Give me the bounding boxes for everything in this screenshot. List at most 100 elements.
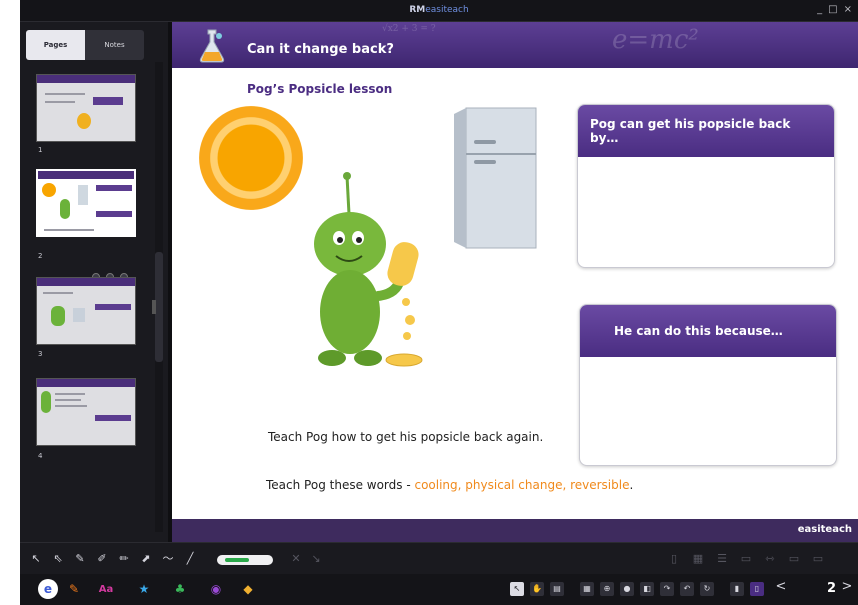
thumb-line xyxy=(45,93,85,95)
star-icon[interactable]: ★ xyxy=(134,579,154,599)
group-icon[interactable]: ▭ xyxy=(812,553,824,565)
main-taskbar: e ✎ Aa ★ ♣ ◉ ◆ ↖ ✋ ▤ ▦ ⊕ ● ◧ ↷ ↶ ↻ ▮ ▯ <… xyxy=(20,574,858,605)
title-bar: RMeasiteach _ □ × xyxy=(20,0,858,22)
panel-resize-handle[interactable] xyxy=(152,300,156,314)
thumb-header xyxy=(37,379,135,387)
undo-button[interactable]: ↶ xyxy=(680,582,694,596)
hand-button[interactable]: ✋ xyxy=(530,582,544,596)
line-tool-icon[interactable]: 〜 xyxy=(162,553,174,565)
header-equation: e=mc² xyxy=(612,25,699,55)
wand-icon[interactable]: ╱ xyxy=(184,553,196,565)
page-sorter-panel: Pages Notes 1 2 3 4 xyxy=(20,22,168,542)
redo-icon[interactable]: ↘ xyxy=(310,553,322,565)
copy-icon[interactable]: ▭ xyxy=(788,553,800,565)
camera-button[interactable]: ▤ xyxy=(550,582,564,596)
lesson-subtitle: Pog’s Popsicle lesson xyxy=(247,82,393,96)
answer-card-2[interactable]: He can do this because… xyxy=(579,304,837,466)
pog-character-image[interactable] xyxy=(292,172,432,372)
answer-card-1[interactable]: Pog can get his popsicle back by… xyxy=(577,104,835,268)
grid-button[interactable]: ▦ xyxy=(580,582,594,596)
page-number-4: 4 xyxy=(38,452,43,460)
thumb-line xyxy=(55,399,81,401)
pen-colour-indicator[interactable] xyxy=(217,555,273,565)
doc-icon[interactable]: ▯ xyxy=(668,553,680,565)
vocabulary-end: . xyxy=(629,478,634,492)
vocabulary-words: cooling, physical change, reversible xyxy=(414,478,630,492)
thumb-header xyxy=(38,171,134,179)
panel-tabs: Pages Notes xyxy=(26,30,144,60)
footer-brand: easiteach xyxy=(797,524,852,535)
thumb-pog xyxy=(41,391,51,413)
resource-icon[interactable]: ◆ xyxy=(238,579,258,599)
text-tool-icon[interactable]: Aa xyxy=(96,579,116,599)
zoom-button[interactable]: ⊕ xyxy=(600,582,614,596)
sun-image[interactable] xyxy=(199,106,303,210)
delete-button[interactable]: ▮ xyxy=(730,582,744,596)
thumb-header xyxy=(37,75,135,83)
fridge-image[interactable] xyxy=(452,106,540,252)
vocabulary-intro: Teach Pog these words - xyxy=(266,478,415,492)
select-tool-icon[interactable]: ↖ xyxy=(30,553,42,565)
tab-pages[interactable]: Pages xyxy=(26,30,85,60)
multi-select-icon[interactable]: ⇖ xyxy=(52,553,64,565)
page-thumbnail-2[interactable] xyxy=(36,169,136,237)
spotlight-button[interactable]: ● xyxy=(620,582,634,596)
page-thumbnail-4[interactable] xyxy=(36,378,136,446)
thumb-pog xyxy=(60,199,70,219)
app-window: RMeasiteach _ □ × Pages Notes 1 2 3 4 √x… xyxy=(20,0,858,605)
page-thumbnail-1[interactable] xyxy=(36,74,136,142)
outer-margin xyxy=(0,0,20,605)
list-icon[interactable]: ☰ xyxy=(716,553,728,565)
thumb-line xyxy=(55,393,85,395)
slide-header: √x2 + 3 = ? e=mc² Can it change back? xyxy=(172,22,858,68)
easiteach-menu-icon[interactable]: e xyxy=(38,579,58,599)
refresh-button[interactable]: ↻ xyxy=(700,582,714,596)
card-1-heading: Pog can get his popsicle back by… xyxy=(578,105,834,157)
highlighter-icon[interactable]: ✐ xyxy=(96,553,108,565)
window-title: RMeasiteach xyxy=(20,5,858,15)
page-number-3: 3 xyxy=(38,350,43,358)
card-2-heading: He can do this because… xyxy=(580,305,836,357)
slide-title: Can it change back? xyxy=(247,42,394,57)
pen-app-icon[interactable]: ✎ xyxy=(64,579,84,599)
undo-icon[interactable]: ✕ xyxy=(290,553,302,565)
current-page-number: 2 xyxy=(826,581,836,596)
thumb-fridge xyxy=(78,185,88,205)
pen-tool-icon[interactable]: ✎ xyxy=(74,553,86,565)
minimize-button[interactable]: _ xyxy=(817,5,822,15)
eraser-icon[interactable]: ✏ xyxy=(118,553,130,565)
scrollbar-thumb[interactable] xyxy=(155,252,163,362)
thumb-header xyxy=(37,278,135,286)
pointer-button[interactable]: ↖ xyxy=(510,582,524,596)
thumb-box xyxy=(95,415,131,421)
page-number-1: 1 xyxy=(38,146,43,154)
page-view-button[interactable]: ▯ xyxy=(750,582,764,596)
shape-tool-icon[interactable]: ⬈ xyxy=(140,553,152,565)
table-icon[interactable]: ▦ xyxy=(692,553,704,565)
thumb-box xyxy=(95,304,131,310)
reveal-button[interactable]: ◧ xyxy=(640,582,654,596)
close-button[interactable]: × xyxy=(844,5,852,15)
window-controls: _ □ × xyxy=(817,5,852,15)
vocabulary-text: Teach Pog these words - cooling, physica… xyxy=(266,478,633,492)
thumb-sun xyxy=(42,183,56,197)
header-formula: √x2 + 3 = ? xyxy=(382,24,436,34)
thumb-box xyxy=(93,97,123,105)
maximize-button[interactable]: □ xyxy=(828,5,837,15)
thumb-pog xyxy=(51,306,65,326)
thumb-sun xyxy=(77,113,91,129)
link-icon[interactable]: ⇿ xyxy=(764,553,776,565)
page-thumbnail-3[interactable] xyxy=(36,277,136,345)
tools-toolbar: ↖ ⇖ ✎ ✐ ✏ ⬈ 〜 ╱ ✕ ↘ ▯ ▦ ☰ ▭ ⇿ ▭ ▭ xyxy=(20,542,858,574)
media-icon[interactable]: ◉ xyxy=(206,579,226,599)
tab-notes[interactable]: Notes xyxy=(85,30,144,60)
previous-page-button[interactable]: < xyxy=(774,580,788,594)
redo-button[interactable]: ↷ xyxy=(660,582,674,596)
thumb-figure xyxy=(73,308,85,322)
slide-canvas[interactable]: √x2 + 3 = ? e=mc² Can it change back? Po… xyxy=(172,22,858,542)
slide-footer: easiteach xyxy=(172,519,858,542)
thumb-box xyxy=(96,211,132,217)
box-icon[interactable]: ▭ xyxy=(740,553,752,565)
next-page-button[interactable]: > xyxy=(840,580,854,594)
gallery-icon[interactable]: ♣ xyxy=(170,579,190,599)
